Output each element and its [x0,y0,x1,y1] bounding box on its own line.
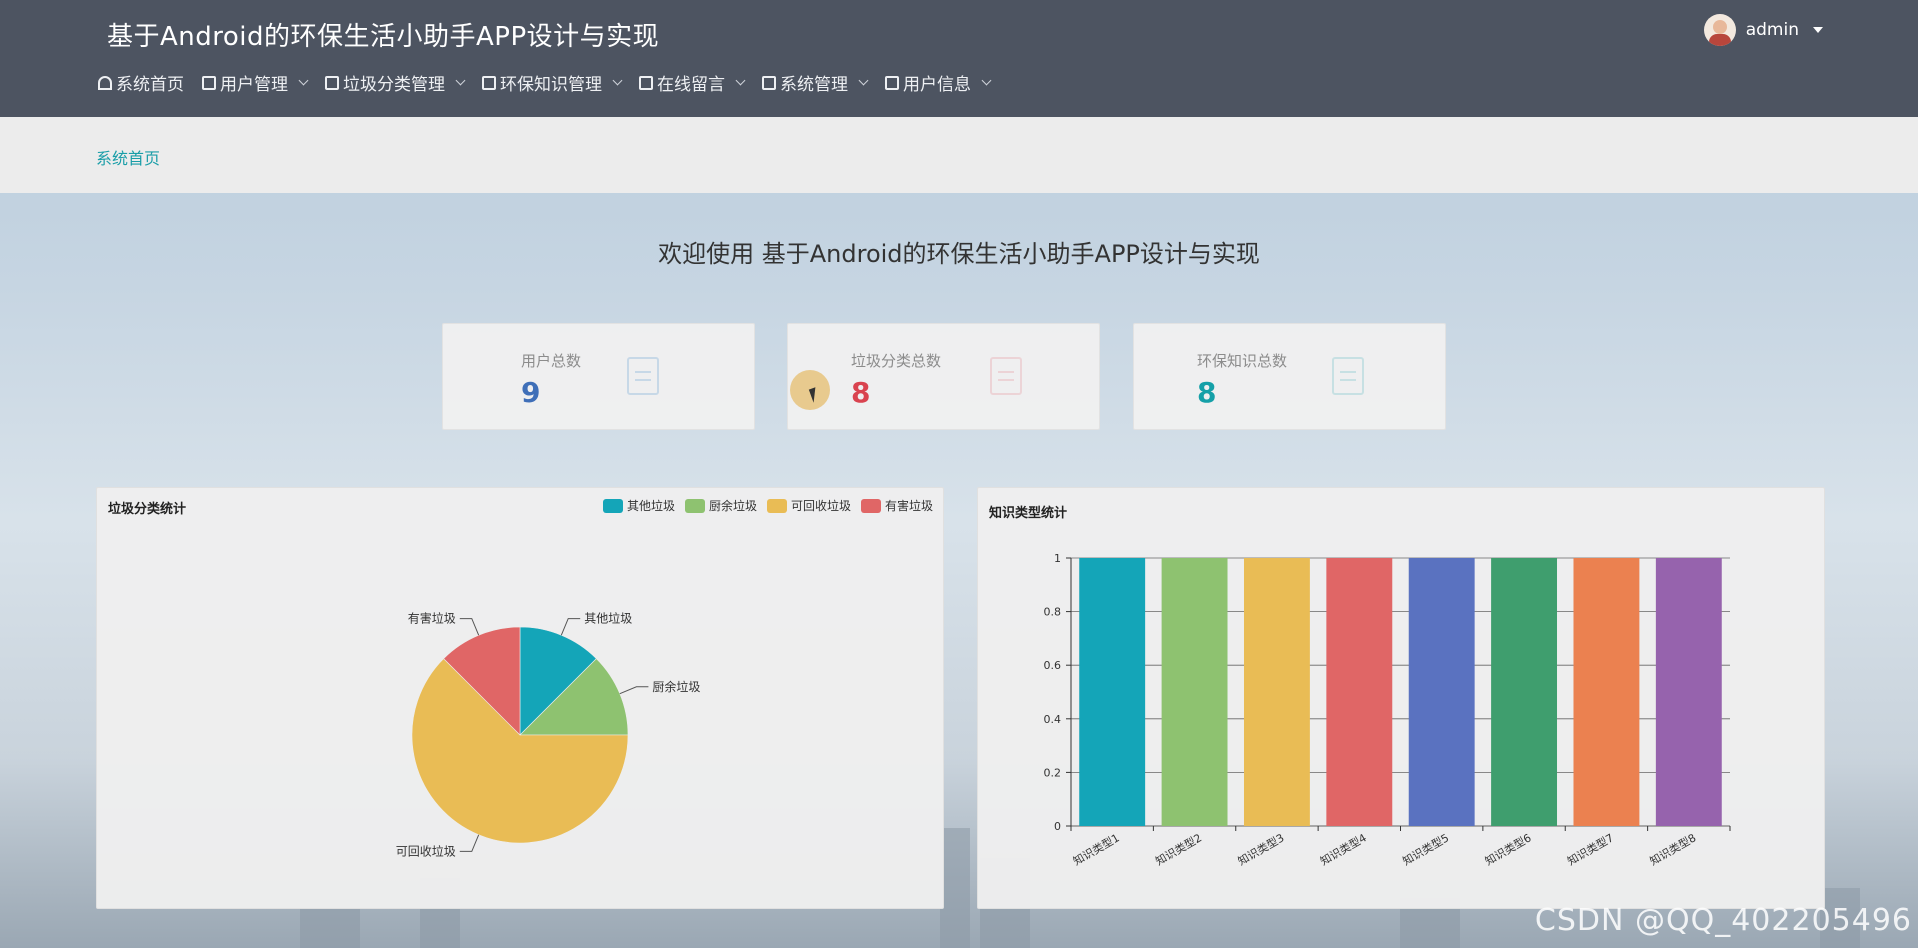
chevron-down-icon [455,75,466,86]
pie-label-line [619,686,649,695]
grid-icon [639,75,653,90]
nav-label: 在线留言 [657,75,725,95]
caret-down-icon[interactable] [1813,27,1823,33]
garbage-stats-panel: 垃圾分类统计 其他垃圾 厨余垃圾 可回收垃圾 有害垃圾 其他垃圾 厨余垃圾 可回收垃圾 有害… [96,487,944,909]
nav-label: 用户信息 [903,75,971,95]
document-icon [990,357,1022,395]
knowledge-stats-panel: 知识类型统计 0 0.2 0.4 0.6 0.8 1 知识类型1 知识类型2 知识类型3 知识类型… [977,487,1825,909]
pie-label: 厨余垃圾 [652,679,700,694]
stat-value: 8 [1197,376,1217,409]
nav-item-user-management[interactable]: 用户管理 [202,70,309,95]
stat-label: 用户总数 [521,352,582,370]
app-title: 基于Android的环保生活小助手APP设计与实现 [107,22,660,52]
document-icon [627,357,659,395]
stat-value: 8 [851,376,871,409]
breadcrumb-bar: 系统首页 [0,117,1918,193]
id-card-icon [885,75,899,90]
nav-label: 环保知识管理 [500,75,602,95]
bar[interactable] [1655,558,1722,826]
user-menu[interactable]: admin [1703,14,1823,46]
chevron-down-icon [981,75,992,86]
y-tick-label: 0.4 [1044,713,1062,726]
nav-label: 系统首页 [116,75,184,95]
nav-item-system-management[interactable]: 系统管理 [762,70,869,95]
briefcase-icon [325,75,339,90]
x-tick-label: 知识类型8 [1647,830,1698,868]
nav-item-garbage-management[interactable]: 垃圾分类管理 [325,70,466,95]
clipboard-icon [482,75,496,90]
breadcrumb[interactable]: 系统首页 [96,145,160,169]
nav-label: 用户管理 [220,75,288,95]
welcome-heading: 欢迎使用 基于Android的环保生活小助手APP设计与实现 [658,240,1260,268]
watermark: CSDN @QQ_402205496 [1534,903,1912,938]
x-tick-label: 知识类型7 [1565,830,1616,868]
chevron-down-icon [858,75,869,86]
pie-chart: 其他垃圾厨余垃圾可回收垃圾 有害垃圾 [396,611,701,859]
stat-card-users: 用户总数 9 [442,323,755,430]
x-tick-label: 知识类型1 [1071,830,1122,868]
home-icon [98,75,112,90]
stat-card-garbage: 垃圾分类总数 8 [787,323,1100,430]
bar[interactable] [1326,558,1393,826]
document-icon [1332,357,1364,395]
stat-label: 环保知识总数 [1197,352,1288,370]
x-tick-label: 知识类型6 [1482,830,1533,868]
pie-label-line [560,618,581,636]
stat-label: 垃圾分类总数 [851,352,942,370]
bar[interactable] [1573,558,1640,826]
x-tick-label: 知识类型4 [1318,830,1369,868]
stat-value: 9 [521,376,541,409]
chevron-down-icon [612,75,623,86]
y-tick-label: 0 [1054,820,1061,833]
pie-label: 有害垃圾 [408,611,456,626]
avatar[interactable] [1703,14,1736,46]
y-tick-label: 0.8 [1044,606,1062,619]
bar-chart: 0 0.2 0.4 0.6 0.8 1 知识类型1 知识类型2 知识类型3 知识类型4 知识类型5 知… [1044,552,1731,868]
y-tick-label: 0.2 [1044,766,1062,779]
nav-item-user-info[interactable]: 用户信息 [885,70,992,95]
pie-label: 可回收垃圾 [396,843,456,858]
clipboard-check-icon [202,75,216,90]
bar[interactable] [1079,558,1146,826]
main-nav: 系统首页 用户管理 垃圾分类管理 环保知识管理 在线留言 系统管理 用户信息 [98,70,992,95]
stat-card-knowledge: 环保知识总数 8 [1133,323,1446,430]
marker-icon [762,75,776,90]
pie-label-line [459,618,480,636]
y-tick-label: 0.6 [1044,659,1062,672]
pie-label-line [459,834,480,852]
chevron-down-icon [298,75,309,86]
nav-item-messages[interactable]: 在线留言 [639,70,746,95]
nav-label: 系统管理 [780,75,848,95]
user-name[interactable]: admin [1746,20,1799,40]
nav-label: 垃圾分类管理 [343,75,445,95]
nav-item-home[interactable]: 系统首页 [98,70,184,95]
x-tick-label: 知识类型5 [1400,830,1451,868]
bar[interactable] [1491,558,1558,826]
top-navbar: 基于Android的环保生活小助手APP设计与实现 admin 系统首页 用户管… [0,0,1918,117]
x-tick-label: 知识类型3 [1235,830,1286,868]
pie-label: 其他垃圾 [584,611,632,626]
x-tick-label: 知识类型2 [1153,830,1204,868]
bar[interactable] [1161,558,1228,826]
y-tick-label: 1 [1054,552,1061,565]
bar[interactable] [1243,558,1310,826]
bar[interactable] [1408,558,1475,826]
chevron-down-icon [735,75,746,86]
nav-item-knowledge-management[interactable]: 环保知识管理 [482,70,623,95]
